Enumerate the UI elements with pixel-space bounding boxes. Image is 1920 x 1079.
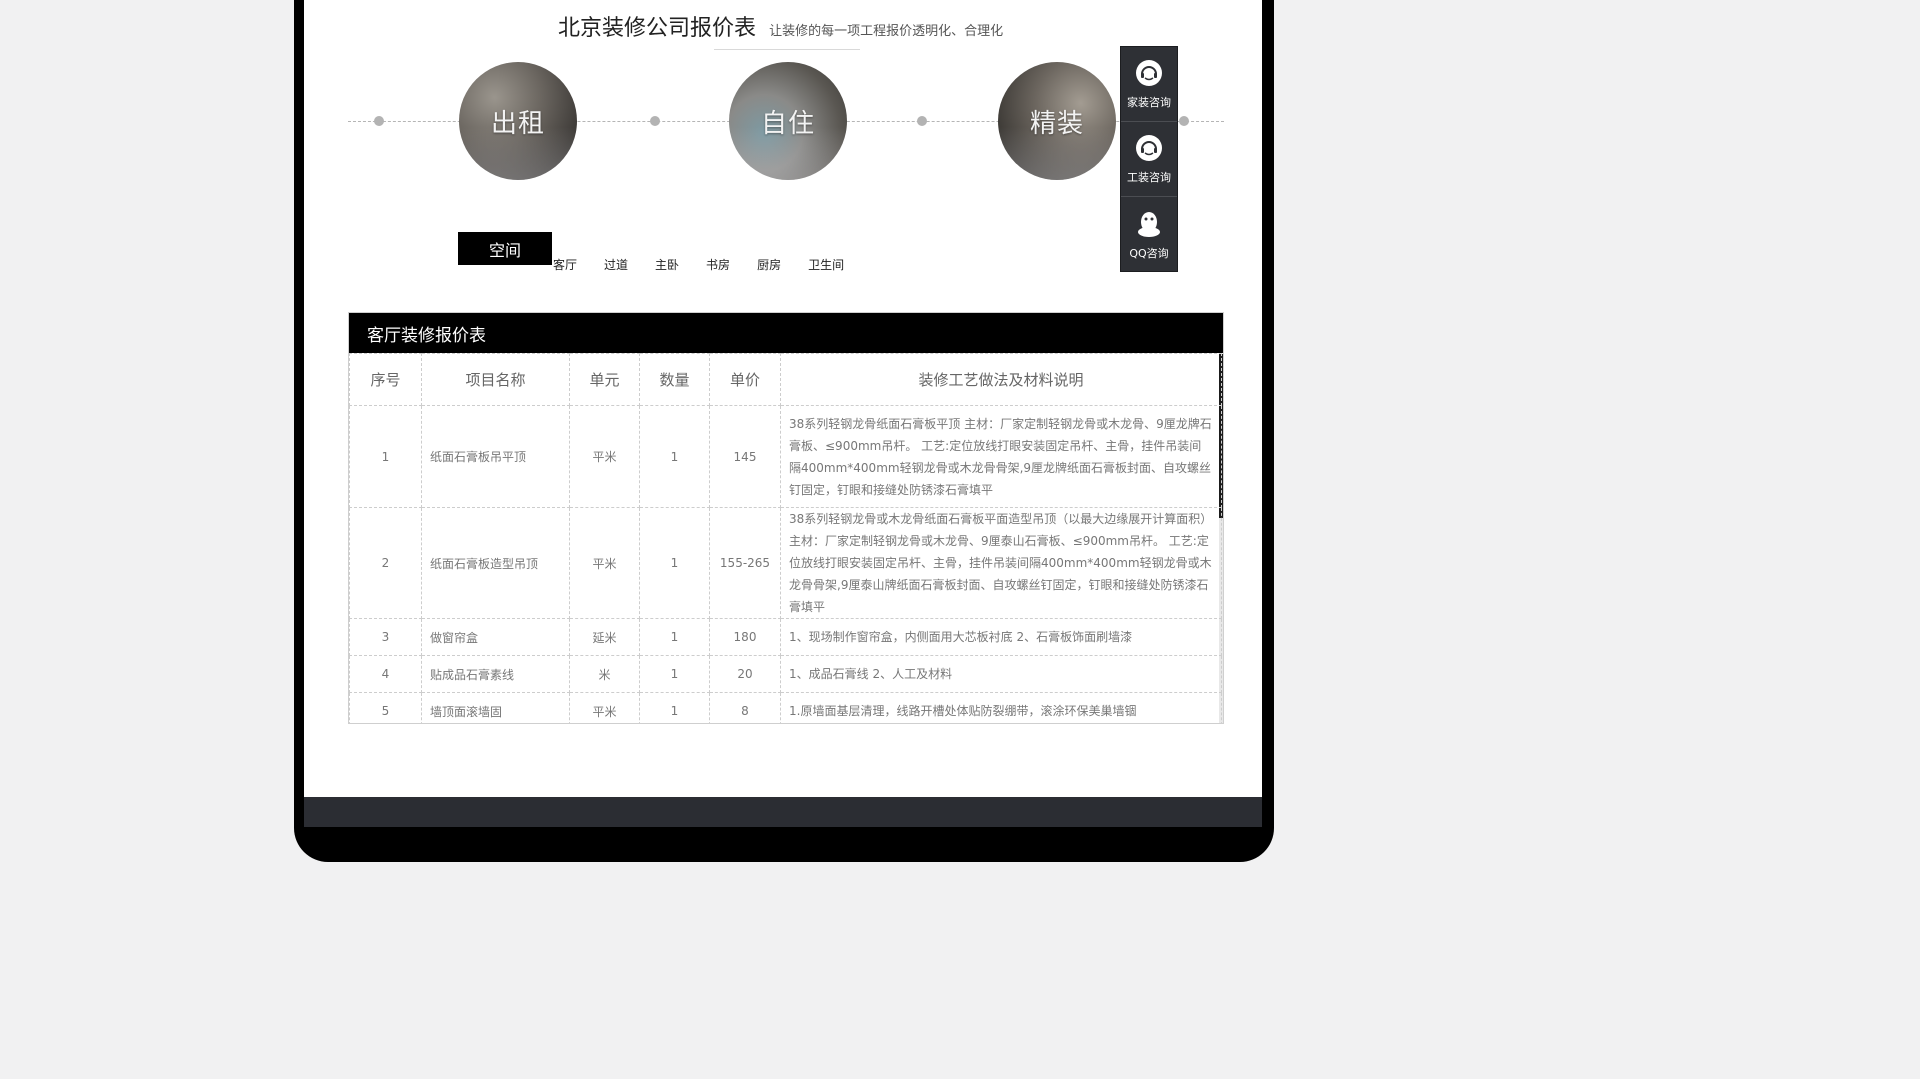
floating-consult-menu: 家装咨询 工装咨询 QQ咨询: [1120, 46, 1178, 272]
cell-qty: 1: [639, 692, 710, 723]
cell-unit: 平米: [569, 405, 640, 508]
timeline-dot: [1179, 116, 1189, 126]
quote-table-card: 客厅装修报价表 序号 项目名称 单元 数量 单价 装修工艺做法及材料说明 1 纸…: [348, 312, 1224, 724]
page-screen: 北京装修公司报价表 让装修的每一项工程报价透明化、合理化 出租 自住 精装 家装…: [304, 0, 1262, 827]
qq-consult-button[interactable]: QQ咨询: [1121, 197, 1177, 272]
cell-no: 3: [349, 618, 422, 656]
circle-label: 精装: [1029, 108, 1084, 139]
footer-bar: [304, 797, 1262, 827]
float-item-label: QQ咨询: [1129, 246, 1169, 260]
cell-desc: 1、成品石膏线 2、人工及材料: [780, 655, 1222, 693]
column-header: 序号: [349, 353, 422, 406]
title-row: 北京装修公司报价表 让装修的每一项工程报价透明化、合理化: [558, 10, 1004, 41]
cell-desc: 38系列轻钢龙骨或木龙骨纸面石膏板平面造型吊顶（以最大边缘展开计算面积） 主材：…: [780, 507, 1222, 619]
qq-penguin-icon: [1138, 211, 1160, 237]
headset-icon: [1136, 60, 1162, 86]
cell-price: 20: [709, 655, 781, 693]
cell-price: 155-265: [709, 507, 781, 619]
cell-price: 180: [709, 618, 781, 656]
room-link-living-room[interactable]: 客厅: [553, 256, 577, 273]
cell-name: 纸面石膏板造型吊顶: [421, 507, 570, 619]
column-header: 数量: [639, 353, 710, 406]
quote-table-scroll[interactable]: 序号 项目名称 单元 数量 单价 装修工艺做法及材料说明 1 纸面石膏板吊平顶 …: [349, 353, 1223, 723]
cell-price: 8: [709, 692, 781, 723]
cell-qty: 1: [639, 655, 710, 693]
circle-label: 出租: [490, 108, 545, 139]
room-links: 客厅 过道 主卧 书房 厨房 卫生间: [553, 256, 871, 273]
circle-label: 自住: [760, 108, 815, 139]
cell-qty: 1: [639, 507, 710, 619]
float-item-label: 工装咨询: [1127, 171, 1171, 184]
timeline-dot: [917, 116, 927, 126]
table-row: 2 纸面石膏板造型吊顶 平米 1 155-265 38系列轻钢龙骨或木龙骨纸面石…: [349, 507, 1222, 619]
table-row: 3 做窗帘盒 延米 1 180 1、现场制作窗帘盒，内侧面用大芯板衬底 2、石膏…: [349, 618, 1222, 656]
table-row: 1 纸面石膏板吊平顶 平米 1 145 38系列轻钢龙骨纸面石膏板平顶 主材：厂…: [349, 405, 1222, 508]
page-subtitle: 让装修的每一项工程报价透明化、合理化: [769, 24, 1004, 39]
cell-name: 纸面石膏板吊平顶: [421, 405, 570, 508]
cell-no: 4: [349, 655, 422, 693]
column-header: 单价: [709, 353, 781, 406]
page-title: 北京装修公司报价表: [558, 16, 757, 41]
room-link-bathroom[interactable]: 卫生间: [808, 256, 844, 273]
room-link-study[interactable]: 书房: [706, 256, 730, 273]
circle-option-rent[interactable]: 出租: [459, 62, 577, 180]
table-header-row: 序号 项目名称 单元 数量 单价 装修工艺做法及材料说明: [349, 353, 1222, 406]
cell-no: 2: [349, 507, 422, 619]
cell-unit: 延米: [569, 618, 640, 656]
room-link-kitchen[interactable]: 厨房: [757, 256, 781, 273]
cell-qty: 1: [639, 618, 710, 656]
room-link-master-bedroom[interactable]: 主卧: [655, 256, 679, 273]
table-row: 5 墙顶面滚墙固 平米 1 8 1.原墙面基层清理，线路开槽处体贴防裂绷带，滚涂…: [349, 692, 1222, 723]
home-consult-button[interactable]: 家装咨询: [1121, 47, 1177, 122]
column-header: 装修工艺做法及材料说明: [780, 353, 1222, 406]
cell-no: 5: [349, 692, 422, 723]
float-item-label: 家装咨询: [1127, 96, 1171, 109]
headset-icon: [1136, 135, 1162, 161]
cell-qty: 1: [639, 405, 710, 508]
cell-name: 贴成品石膏素线: [421, 655, 570, 693]
space-tab[interactable]: 空间: [458, 232, 552, 265]
cell-name: 做窗帘盒: [421, 618, 570, 656]
cell-unit: 米: [569, 655, 640, 693]
room-link-corridor[interactable]: 过道: [604, 256, 628, 273]
cell-unit: 平米: [569, 692, 640, 723]
column-header: 项目名称: [421, 353, 570, 406]
cell-desc: 1.原墙面基层清理，线路开槽处体贴防裂绷带，滚涂环保美巢墙锢: [780, 692, 1222, 723]
timeline-dot: [650, 116, 660, 126]
column-header: 单元: [569, 353, 640, 406]
table-row: 4 贴成品石膏素线 米 1 20 1、成品石膏线 2、人工及材料: [349, 655, 1222, 693]
quote-table: 序号 项目名称 单元 数量 单价 装修工艺做法及材料说明 1 纸面石膏板吊平顶 …: [349, 353, 1222, 723]
circle-option-fine-decoration[interactable]: 精装: [998, 62, 1116, 180]
title-underline: [714, 49, 860, 50]
quote-table-title: 客厅装修报价表: [349, 313, 1223, 353]
cell-desc: 38系列轻钢龙骨纸面石膏板平顶 主材：厂家定制轻钢龙骨或木龙骨、9厘龙牌石膏板、…: [780, 405, 1222, 508]
timeline-dot: [374, 116, 384, 126]
cell-name: 墙顶面滚墙固: [421, 692, 570, 723]
office-consult-button[interactable]: 工装咨询: [1121, 122, 1177, 197]
circle-option-self-live[interactable]: 自住: [729, 62, 847, 180]
cell-desc: 1、现场制作窗帘盒，内侧面用大芯板衬底 2、石膏板饰面刷墙漆: [780, 618, 1222, 656]
cell-unit: 平米: [569, 507, 640, 619]
cell-no: 1: [349, 405, 422, 508]
cell-price: 145: [709, 405, 781, 508]
